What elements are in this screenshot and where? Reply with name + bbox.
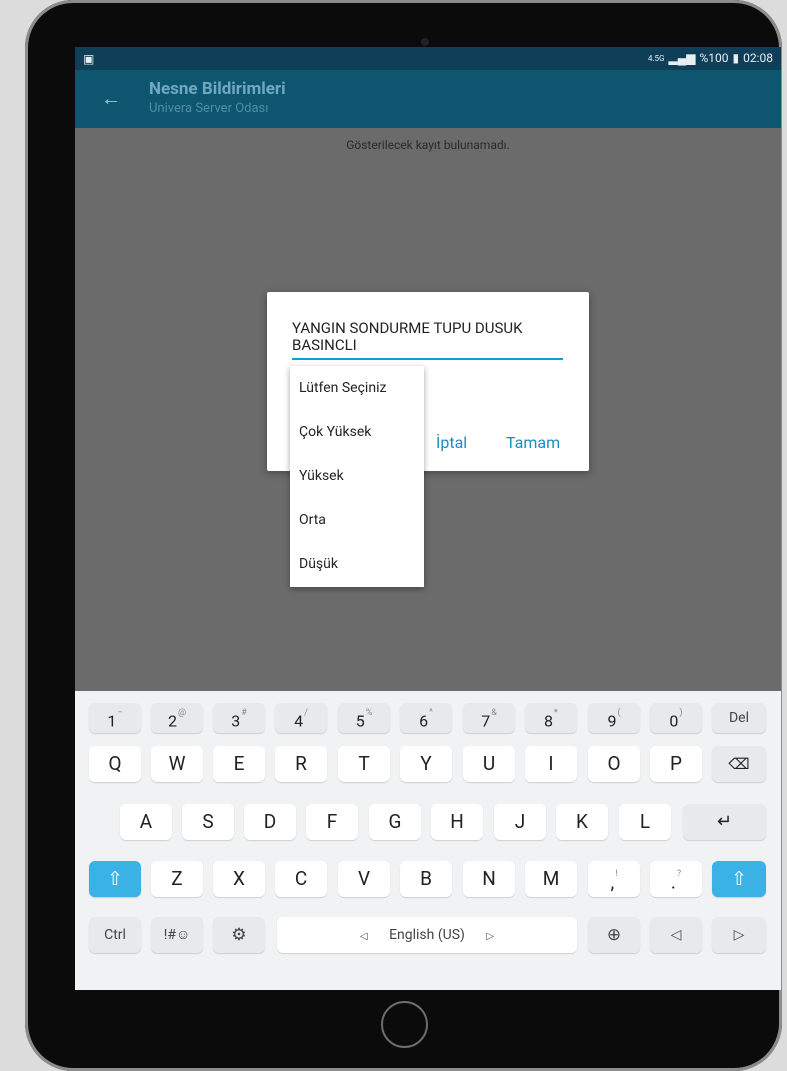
- key-t[interactable]: T: [338, 746, 390, 782]
- page-subtitle: Univera Server Odası: [149, 101, 269, 116]
- key-d[interactable]: D: [244, 804, 296, 840]
- symbols-key[interactable]: !#☺: [151, 917, 203, 953]
- key-comma[interactable]: ,!: [588, 861, 640, 897]
- key-x[interactable]: X: [213, 861, 265, 897]
- key-b[interactable]: B: [400, 861, 452, 897]
- key-3[interactable]: 3#: [213, 703, 265, 733]
- key-q[interactable]: Q: [89, 746, 141, 782]
- description-field[interactable]: YANGIN SONDURME TUPU DUSUK BASINCLI: [292, 320, 563, 354]
- arrow-right-small-icon: ▷: [486, 931, 495, 942]
- back-arrow-icon[interactable]: ←: [101, 86, 121, 110]
- field-underline: [292, 358, 563, 360]
- empty-message: Gösterilecek kayıt bulunamadı.: [346, 138, 510, 152]
- key-n[interactable]: N: [463, 861, 515, 897]
- key-f[interactable]: F: [306, 804, 358, 840]
- key-a[interactable]: A: [120, 804, 172, 840]
- backspace-icon[interactable]: ⌫: [712, 746, 766, 782]
- key-z[interactable]: Z: [151, 861, 203, 897]
- tablet-frame: ▣ 4.5G ▂▄▆ %100 ▮ 02:08 ← Nesne Bildirim…: [25, 0, 782, 1071]
- globe-icon[interactable]: ⊕: [588, 917, 640, 953]
- key-l[interactable]: L: [619, 804, 671, 840]
- key-p[interactable]: P: [650, 746, 702, 782]
- page-title: Nesne Bildirimleri: [149, 79, 286, 99]
- status-bar: ▣ 4.5G ▂▄▆ %100 ▮ 02:08: [75, 47, 781, 70]
- dropdown-option[interactable]: Yüksek: [290, 454, 424, 498]
- key-j[interactable]: J: [494, 804, 546, 840]
- enter-icon[interactable]: ↵: [683, 804, 766, 840]
- cancel-button[interactable]: İptal: [436, 433, 467, 452]
- key-e[interactable]: E: [213, 746, 265, 782]
- arrow-left-small-icon: ◁: [359, 931, 368, 942]
- key-c[interactable]: C: [275, 861, 327, 897]
- shift-right-icon[interactable]: ⇧: [712, 861, 766, 897]
- space-language-label: English (US): [389, 927, 465, 943]
- cursor-right-icon[interactable]: ▷: [712, 917, 766, 953]
- key-7[interactable]: 7&: [463, 703, 515, 733]
- clock: 02:08: [743, 51, 773, 65]
- ok-button[interactable]: Tamam: [506, 433, 560, 452]
- key-m[interactable]: M: [525, 861, 577, 897]
- onscreen-keyboard: 1− 2@ 3# 4/ 5% 6^ 7& 8* 9( 0) Del Q W E …: [75, 691, 781, 990]
- battery-icon: ▮: [732, 51, 740, 65]
- key-0[interactable]: 0): [650, 703, 702, 733]
- key-o[interactable]: O: [588, 746, 640, 782]
- app-toolbar: ← Nesne Bildirimleri Univera Server Odas…: [75, 70, 781, 128]
- key-r[interactable]: R: [275, 746, 327, 782]
- shift-left-icon[interactable]: ⇧: [89, 861, 141, 897]
- network-type: 4.5G: [647, 53, 665, 63]
- cursor-left-icon[interactable]: ◁: [650, 917, 702, 953]
- image-icon: ▣: [83, 52, 95, 66]
- key-s[interactable]: S: [182, 804, 234, 840]
- key-k[interactable]: K: [556, 804, 608, 840]
- key-6[interactable]: 6^: [400, 703, 452, 733]
- key-h[interactable]: H: [431, 804, 483, 840]
- dropdown-option[interactable]: Lütfen Seçiniz: [290, 366, 424, 410]
- dropdown-option[interactable]: Orta: [290, 498, 424, 542]
- camera-icon: [421, 38, 429, 46]
- dropdown-option[interactable]: Düşük: [290, 542, 424, 586]
- screen: ▣ 4.5G ▂▄▆ %100 ▮ 02:08 ← Nesne Bildirim…: [75, 47, 781, 990]
- battery-text: %100: [699, 51, 729, 65]
- key-u[interactable]: U: [463, 746, 515, 782]
- delete-key[interactable]: Del: [712, 703, 766, 733]
- priority-dropdown: Lütfen Seçiniz Çok Yüksek Yüksek Orta Dü…: [290, 366, 424, 587]
- settings-gear-icon[interactable]: ⚙: [213, 917, 265, 953]
- key-8[interactable]: 8*: [525, 703, 577, 733]
- dropdown-option[interactable]: Çok Yüksek: [290, 410, 424, 454]
- home-button[interactable]: [381, 1001, 428, 1048]
- signal-icon: ▂▄▆: [668, 51, 696, 65]
- key-w[interactable]: W: [151, 746, 203, 782]
- key-4[interactable]: 4/: [275, 703, 327, 733]
- key-g[interactable]: G: [369, 804, 421, 840]
- key-y[interactable]: Y: [400, 746, 452, 782]
- key-2[interactable]: 2@: [151, 703, 203, 733]
- key-1[interactable]: 1−: [89, 703, 141, 733]
- key-9[interactable]: 9(: [588, 703, 640, 733]
- key-5[interactable]: 5%: [338, 703, 390, 733]
- key-period[interactable]: .?: [650, 861, 702, 897]
- ctrl-key[interactable]: Ctrl: [89, 917, 141, 953]
- key-i[interactable]: I: [525, 746, 577, 782]
- key-v[interactable]: V: [338, 861, 390, 897]
- space-bar[interactable]: ◁ English (US) ▷: [277, 917, 577, 953]
